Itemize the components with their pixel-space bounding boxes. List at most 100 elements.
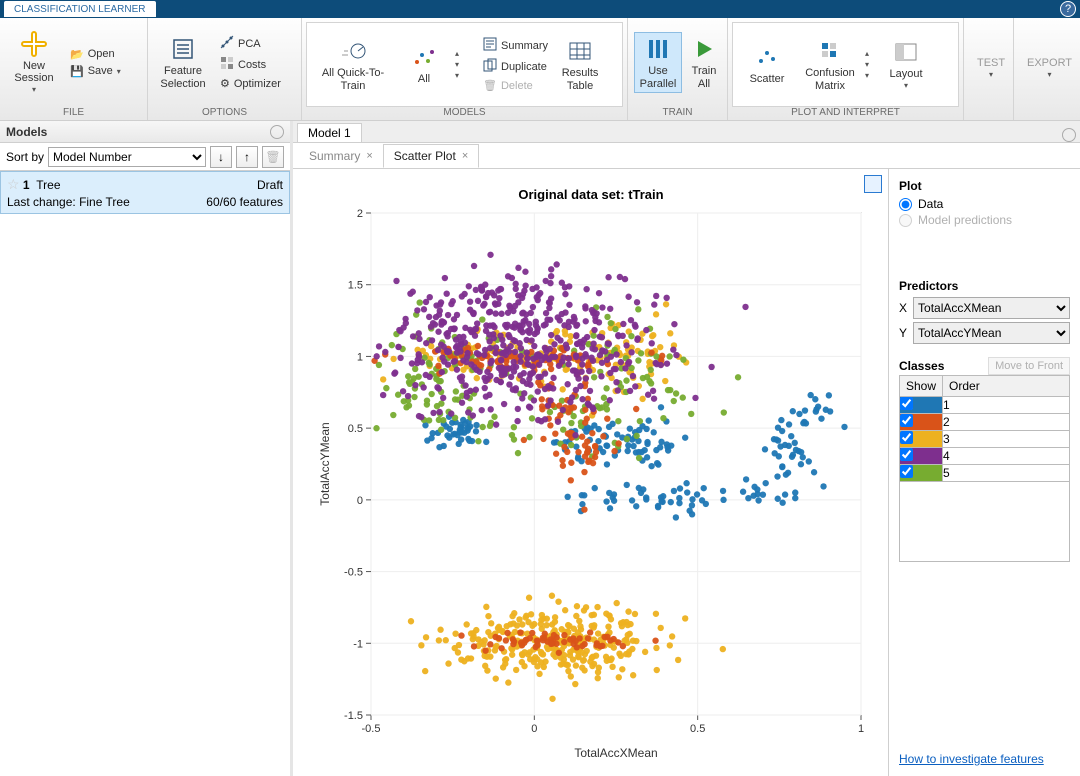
model-list-item[interactable]: ☆ 1 Tree Draft Last change: Fine Tree 60…: [0, 171, 290, 214]
star-icon[interactable]: ☆: [7, 176, 20, 192]
export-dropdown[interactable]: EXPORT▾: [1020, 54, 1079, 83]
costs-button[interactable]: Costs: [216, 55, 285, 74]
confusion-matrix-button[interactable]: Confusion Matrix: [799, 34, 861, 94]
optimizer-button[interactable]: ⚙Optimizer: [216, 76, 285, 91]
tab-summary[interactable]: Summary×: [299, 145, 383, 167]
chevron-down-icon: ▾: [117, 67, 121, 76]
plot-options-panel: Plot Data Model predictions Predictors X…: [888, 169, 1080, 776]
svg-text:1: 1: [857, 723, 863, 735]
predictors-title: Predictors: [899, 279, 1070, 293]
layout-icon: [892, 38, 920, 66]
expand-icon[interactable]: ▾: [865, 71, 879, 80]
move-to-front-button: Move to Front: [988, 357, 1070, 375]
delete-model-button[interactable]: 🗑: [262, 146, 284, 168]
trash-icon: 🗑: [483, 79, 497, 92]
ribbon-toolbar: New Session ▾ 📂Open 💾Save ▾ FILE Feature…: [0, 18, 1080, 121]
feature-selection-button[interactable]: Feature Selection: [154, 32, 212, 92]
chevron-down-icon: ▾: [1048, 71, 1052, 80]
class-show-checkbox[interactable]: [900, 465, 913, 478]
plot-section-title: Plot: [899, 179, 1070, 193]
models-panel: Models Sort by Model Number ↓ ↑ 🗑 ☆ 1 Tr…: [0, 121, 293, 776]
folder-open-icon: 📂: [70, 48, 84, 61]
summary-icon: [483, 37, 497, 54]
model-status: Draft: [257, 178, 283, 192]
tab-scatter-plot[interactable]: Scatter Plot×: [383, 144, 479, 168]
ribbon-group-label: PLOT AND INTERPRET: [728, 107, 963, 120]
train-all-button[interactable]: Train All: [686, 32, 722, 92]
sort-by-select[interactable]: Model Number: [48, 147, 206, 167]
plus-icon: [20, 30, 48, 58]
svg-text:0: 0: [531, 723, 537, 735]
svg-text:1: 1: [356, 351, 362, 363]
model-features: 60/60 features: [206, 195, 283, 209]
class-order: 5: [943, 465, 1070, 482]
svg-text:0.5: 0.5: [347, 423, 362, 435]
scatter-plot: Original data set: tTrain -0.5 0 0.5 1 -1.5 -1…: [311, 185, 871, 765]
play-icon: [690, 35, 718, 63]
chevron-down-icon: ▾: [32, 86, 36, 95]
class-row[interactable]: 2: [900, 414, 1070, 431]
sort-by-label: Sort by: [6, 150, 44, 164]
sort-asc-button[interactable]: ↓: [210, 146, 232, 168]
ribbon-group-label: FILE: [0, 107, 147, 120]
svg-text:-1: -1: [353, 638, 363, 650]
export-plot-icon[interactable]: [864, 175, 882, 193]
class-row[interactable]: 5: [900, 465, 1070, 482]
save-icon: 💾: [70, 65, 84, 78]
close-icon[interactable]: ×: [366, 150, 372, 162]
use-parallel-button[interactable]: Use Parallel: [634, 32, 682, 92]
class-row[interactable]: 1: [900, 397, 1070, 414]
y-predictor-select[interactable]: TotalAccYMean: [913, 322, 1070, 344]
document-tab[interactable]: Model 1: [297, 123, 362, 142]
help-icon[interactable]: ?: [1060, 1, 1076, 17]
svg-text:0.5: 0.5: [690, 723, 705, 735]
test-dropdown[interactable]: TEST▾: [970, 54, 1012, 83]
all-quick-to-train-button[interactable]: All Quick-To- Train: [313, 34, 393, 94]
svg-text:2: 2: [356, 208, 362, 220]
delete-button: 🗑Delete: [479, 78, 552, 93]
pca-icon: [220, 35, 234, 52]
doc-gear-icon[interactable]: [1062, 128, 1076, 142]
class-row[interactable]: 3: [900, 431, 1070, 448]
svg-text:Original data set: tTrain: Original data set: tTrain: [518, 187, 663, 202]
chevron-down-icon[interactable]: ▾: [455, 60, 469, 69]
scatter-plot-button[interactable]: Scatter: [739, 40, 795, 88]
help-link[interactable]: How to investigate features: [899, 752, 1070, 766]
chevron-up-icon[interactable]: ▴: [455, 49, 469, 58]
save-button[interactable]: 💾Save ▾: [66, 64, 125, 79]
chevron-down-icon: ▾: [904, 82, 908, 91]
expand-icon[interactable]: ▾: [455, 71, 469, 80]
pca-button[interactable]: PCA: [216, 34, 285, 53]
class-show-checkbox[interactable]: [900, 431, 913, 444]
results-table-button[interactable]: Results Table: [556, 34, 604, 94]
svg-text:TotalAccXMean: TotalAccXMean: [574, 746, 657, 760]
new-session-button[interactable]: New Session ▾: [6, 27, 62, 98]
close-icon[interactable]: ×: [462, 150, 468, 162]
table-icon: [566, 37, 594, 65]
radio-data[interactable]: Data: [899, 197, 1070, 211]
ribbon-group-label: OPTIONS: [148, 107, 301, 120]
class-show-checkbox[interactable]: [900, 414, 913, 427]
all-models-button[interactable]: All: [397, 40, 451, 88]
open-button[interactable]: 📂Open: [66, 47, 125, 62]
svg-text:-0.5: -0.5: [344, 567, 363, 579]
duplicate-button[interactable]: Duplicate: [479, 57, 552, 76]
class-show-checkbox[interactable]: [900, 397, 913, 410]
class-show-checkbox[interactable]: [900, 448, 913, 461]
duplicate-icon: [483, 58, 497, 75]
sort-desc-button[interactable]: ↑: [236, 146, 258, 168]
x-predictor-select[interactable]: TotalAccXMean: [913, 297, 1070, 319]
panel-gear-icon[interactable]: [270, 125, 284, 139]
app-tab[interactable]: CLASSIFICATION LEARNER: [4, 1, 156, 17]
checklist-icon: [169, 35, 197, 63]
chevron-down-icon[interactable]: ▾: [865, 60, 879, 69]
svg-text:-1.5: -1.5: [344, 710, 363, 722]
class-row[interactable]: 4: [900, 448, 1070, 465]
layout-button[interactable]: Layout ▾: [883, 35, 929, 94]
parallel-bars-icon: [644, 35, 672, 63]
class-order: 1: [943, 397, 1070, 414]
chevron-up-icon[interactable]: ▴: [865, 49, 879, 58]
model-summary-button[interactable]: Summary: [479, 36, 552, 55]
svg-text:TotalAccYMean: TotalAccYMean: [318, 422, 332, 505]
gauge-icon: [339, 37, 367, 65]
